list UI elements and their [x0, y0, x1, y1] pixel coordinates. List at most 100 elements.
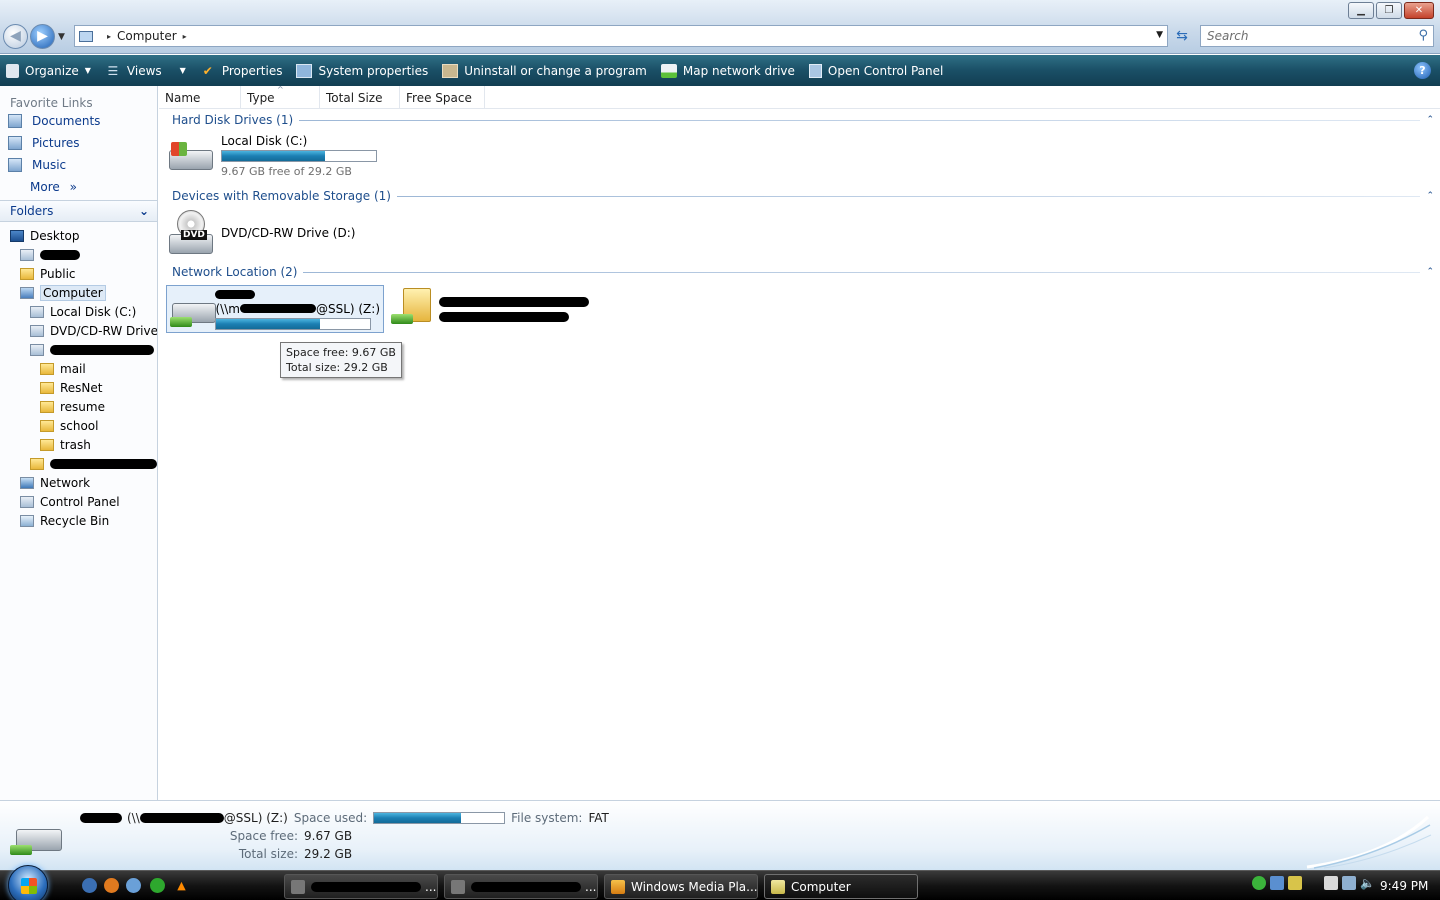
quicklaunch-ie-icon[interactable] [82, 878, 97, 893]
pen-icon[interactable] [1288, 876, 1302, 890]
space-free-label: Space free: [229, 829, 298, 843]
group-divider [303, 271, 1421, 273]
drive-tile-local-disk[interactable]: Local Disk (C:) 9.67 GB free of 29.2 GB [167, 134, 377, 180]
tree-label: resume [60, 399, 105, 414]
tree-label: Control Panel [40, 494, 120, 509]
tree-item-school[interactable]: school [0, 416, 157, 435]
chevron-down-icon[interactable]: ⌄ [139, 204, 149, 218]
column-header-total-size[interactable]: Total Size [320, 86, 400, 109]
refresh-button[interactable]: ⇆ [1172, 27, 1192, 45]
capacity-bar [215, 318, 372, 330]
favorite-links-title: Favorite Links [10, 96, 93, 110]
favorite-pictures[interactable]: Pictures [0, 132, 157, 154]
open-control-panel-button[interactable]: Open Control Panel [808, 63, 944, 78]
minimize-button[interactable]: ▁ [1348, 2, 1374, 19]
file-system-label: File system: [511, 811, 583, 825]
column-header-free-space[interactable]: Free Space [400, 86, 485, 109]
space-used-fill [374, 813, 462, 823]
address-bar[interactable]: ▸ Computer ▸ ▼ [74, 25, 1168, 47]
quicklaunch-app-icon[interactable] [150, 878, 165, 893]
drive-tile-dvd[interactable]: DVD DVD/CD-RW Drive (D:) [167, 210, 355, 254]
quicklaunch-firefox-icon[interactable] [104, 878, 119, 893]
tree-item-trash[interactable]: trash [0, 435, 157, 454]
map-network-drive-button[interactable]: Map network drive [660, 63, 795, 78]
network-icon[interactable] [1342, 876, 1356, 890]
refresh-icon: ⇆ [1176, 28, 1188, 44]
tree-item-network-drive[interactable] [0, 340, 157, 359]
taskbar-button-computer[interactable]: Computer [764, 874, 918, 899]
clock[interactable]: 9:49 PM [1380, 879, 1428, 893]
open-control-panel-label: Open Control Panel [827, 63, 944, 78]
redacted-text [439, 296, 589, 310]
network-folder-tile[interactable] [391, 284, 589, 325]
search-icon[interactable]: ⚲ [1418, 28, 1428, 43]
tooltip-space-free: Space free: 9.67 GB [286, 346, 396, 359]
taskbar-button-window-1[interactable]: ... [284, 874, 438, 899]
folder-icon [40, 381, 54, 394]
favorite-documents[interactable]: Documents [0, 110, 157, 132]
tooltip-total-size: Total size: 29.2 GB [286, 361, 388, 374]
redacted-text [139, 813, 224, 823]
collapse-icon[interactable]: ⌃ [1426, 115, 1434, 125]
recent-pages-dropdown[interactable]: ▼ [58, 32, 65, 42]
organize-label: Organize [25, 63, 79, 78]
tree-item-network[interactable]: Network [0, 473, 157, 492]
volume-icon[interactable]: 🔈 [1360, 876, 1375, 890]
tree-item-computer[interactable]: Computer [0, 283, 157, 302]
tree-item-control-panel[interactable]: Control Panel [0, 492, 157, 511]
network-drive-icon [6, 823, 66, 867]
forward-button[interactable]: ▶ [30, 24, 55, 49]
drive-tile-network-z[interactable]: (\\m @SSL) (Z:) [166, 285, 384, 333]
group-header-removable-storage[interactable]: Devices with Removable Storage (1) ⌃ [172, 187, 1434, 205]
close-button[interactable]: ✕ [1404, 2, 1434, 19]
tree-item-local-disk[interactable]: Local Disk (C:) [0, 302, 157, 321]
hard-drive-icon [30, 305, 44, 318]
tree-item-resume[interactable]: resume [0, 397, 157, 416]
redacted-text [40, 249, 80, 260]
details-pane: (\\ @SSL) (Z:) Space used: File system: … [0, 800, 1440, 870]
column-header-type[interactable]: Type ^ [241, 85, 320, 109]
tree-item-resnet[interactable]: ResNet [0, 378, 157, 397]
collapse-icon[interactable]: ⌃ [1426, 267, 1434, 277]
group-label: Hard Disk Drives (1) [172, 113, 294, 127]
sync-icon[interactable] [1252, 876, 1266, 890]
address-dropdown-icon[interactable]: ▼ [1156, 30, 1163, 40]
folder-icon [20, 267, 34, 280]
folders-toggle-bar[interactable]: Folders ⌄ [0, 200, 157, 222]
taskbar-button-media-player[interactable]: Windows Media Pla... [604, 874, 758, 899]
help-button[interactable]: ? [1414, 62, 1431, 79]
favorite-more-link[interactable]: More » [0, 176, 157, 198]
tree-item-recycle-bin[interactable]: Recycle Bin [0, 511, 157, 530]
taskbar-button-window-2[interactable]: ... [444, 874, 598, 899]
group-header-hard-disk-drives[interactable]: Hard Disk Drives (1) ⌃ [172, 111, 1434, 129]
tree-item-mail[interactable]: mail [0, 359, 157, 378]
breadcrumb-separator-icon[interactable]: ▸ [107, 32, 111, 41]
tree-item-public[interactable]: Public [0, 264, 157, 283]
maximize-button[interactable]: ❐ [1376, 2, 1402, 19]
column-header-name[interactable]: Name [159, 86, 241, 109]
favorite-label: Pictures [32, 136, 80, 150]
search-input[interactable]: Search ⚲ [1200, 25, 1434, 47]
system-properties-button[interactable]: System properties [296, 63, 428, 78]
collapse-icon[interactable]: ⌃ [1426, 191, 1434, 201]
taskbar-label: Windows Media Pla... [631, 879, 758, 894]
uninstall-program-button[interactable]: Uninstall or change a program [442, 63, 647, 78]
network-status-icon[interactable] [1270, 876, 1284, 890]
quicklaunch-switch-windows-icon[interactable] [126, 878, 141, 893]
quicklaunch-vlc-icon[interactable]: ▲ [174, 878, 189, 893]
folder-icon [40, 362, 54, 375]
breadcrumb-separator-icon[interactable]: ▸ [183, 32, 187, 41]
tree-item-dvd-drive[interactable]: DVD/CD-RW Drive ( [0, 321, 157, 340]
tree-item-network-share[interactable] [0, 454, 157, 473]
properties-button[interactable]: ✔ Properties [200, 64, 283, 78]
tree-item-desktop[interactable]: Desktop [0, 226, 157, 245]
views-button[interactable]: ☰ Views ▼ [105, 64, 186, 78]
device-icon[interactable] [1324, 876, 1338, 890]
organize-button[interactable]: Organize ▼ [6, 63, 91, 78]
tree-item-user[interactable] [0, 245, 157, 264]
group-header-network-location[interactable]: Network Location (2) ⌃ [172, 263, 1434, 281]
breadcrumb-computer[interactable]: Computer [117, 29, 177, 43]
start-button[interactable] [8, 865, 48, 900]
back-button[interactable]: ◀ [3, 24, 28, 49]
favorite-music[interactable]: Music [0, 154, 157, 176]
